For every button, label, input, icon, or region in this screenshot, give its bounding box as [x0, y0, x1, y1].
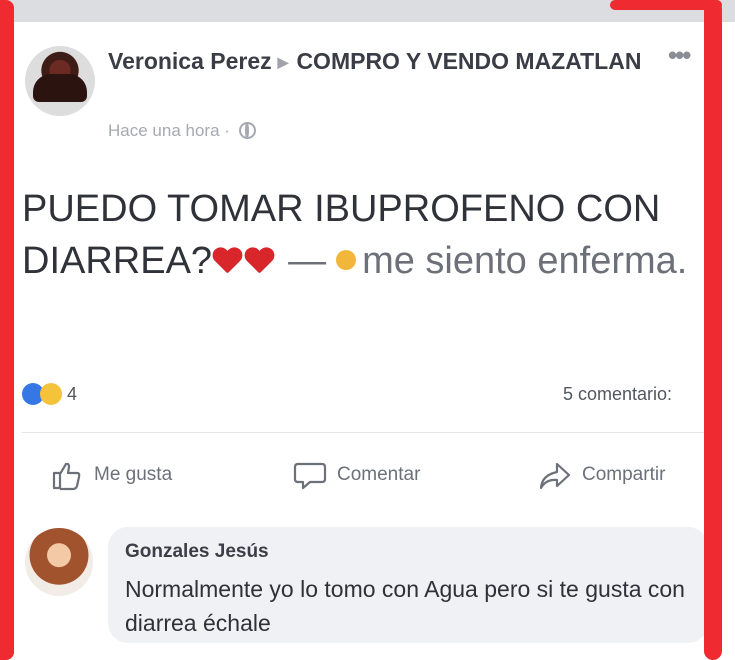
post-body: PUEDO TOMAR IBUPROFENO CON DIARREA? — me s…	[22, 183, 702, 287]
timestamp-text[interactable]: Hace una hora ·	[108, 121, 230, 140]
feeling-text: me siento enferma.	[362, 240, 688, 282]
haha-reaction-icon	[40, 383, 62, 405]
thumbs-up-icon	[52, 462, 81, 491]
red-marker-left	[0, 0, 14, 660]
comment-label: Comentar	[337, 464, 421, 485]
broken-heart-icon	[212, 248, 242, 276]
comment-text: Normalmente yo lo tomo con Agua pero si …	[125, 576, 685, 636]
broken-heart-icon	[244, 248, 274, 276]
comment-button[interactable]: Comentar	[293, 458, 420, 492]
author-avatar[interactable]	[25, 46, 95, 116]
share-label: Compartir	[582, 464, 666, 485]
red-marker-top	[610, 0, 722, 10]
commenter-name[interactable]: Gonzales Jesús	[125, 541, 269, 563]
group-name[interactable]: COMPRO Y VENDO MAZATLAN	[296, 48, 641, 74]
share-button[interactable]: Compartir	[538, 458, 665, 492]
post-header: Veronica Perez ▶ COMPRO Y VENDO MAZATLAN	[108, 46, 668, 78]
post-timestamp: Hace una hora ·	[108, 121, 256, 141]
share-arrow-icon	[539, 462, 571, 490]
like-label: Me gusta	[94, 464, 173, 485]
avatar-image	[33, 74, 87, 102]
speech-bubble-icon	[293, 462, 327, 490]
comment-count[interactable]: 5 comentario:	[563, 384, 713, 405]
reactions-summary[interactable]: 4	[22, 383, 77, 405]
commenter-avatar[interactable]	[25, 528, 93, 596]
reaction-count: 4	[67, 384, 78, 404]
actions-divider	[22, 432, 712, 433]
red-marker-right	[704, 0, 722, 660]
more-options-icon[interactable]: •••	[668, 40, 691, 71]
sick-face-icon	[336, 250, 357, 270]
feeling-separator: —	[288, 240, 327, 282]
like-button[interactable]: Me gusta	[50, 458, 172, 492]
author-name[interactable]: Veronica Perez	[108, 48, 272, 74]
globe-icon	[238, 122, 256, 139]
triangle-right-icon: ▶	[277, 54, 289, 70]
